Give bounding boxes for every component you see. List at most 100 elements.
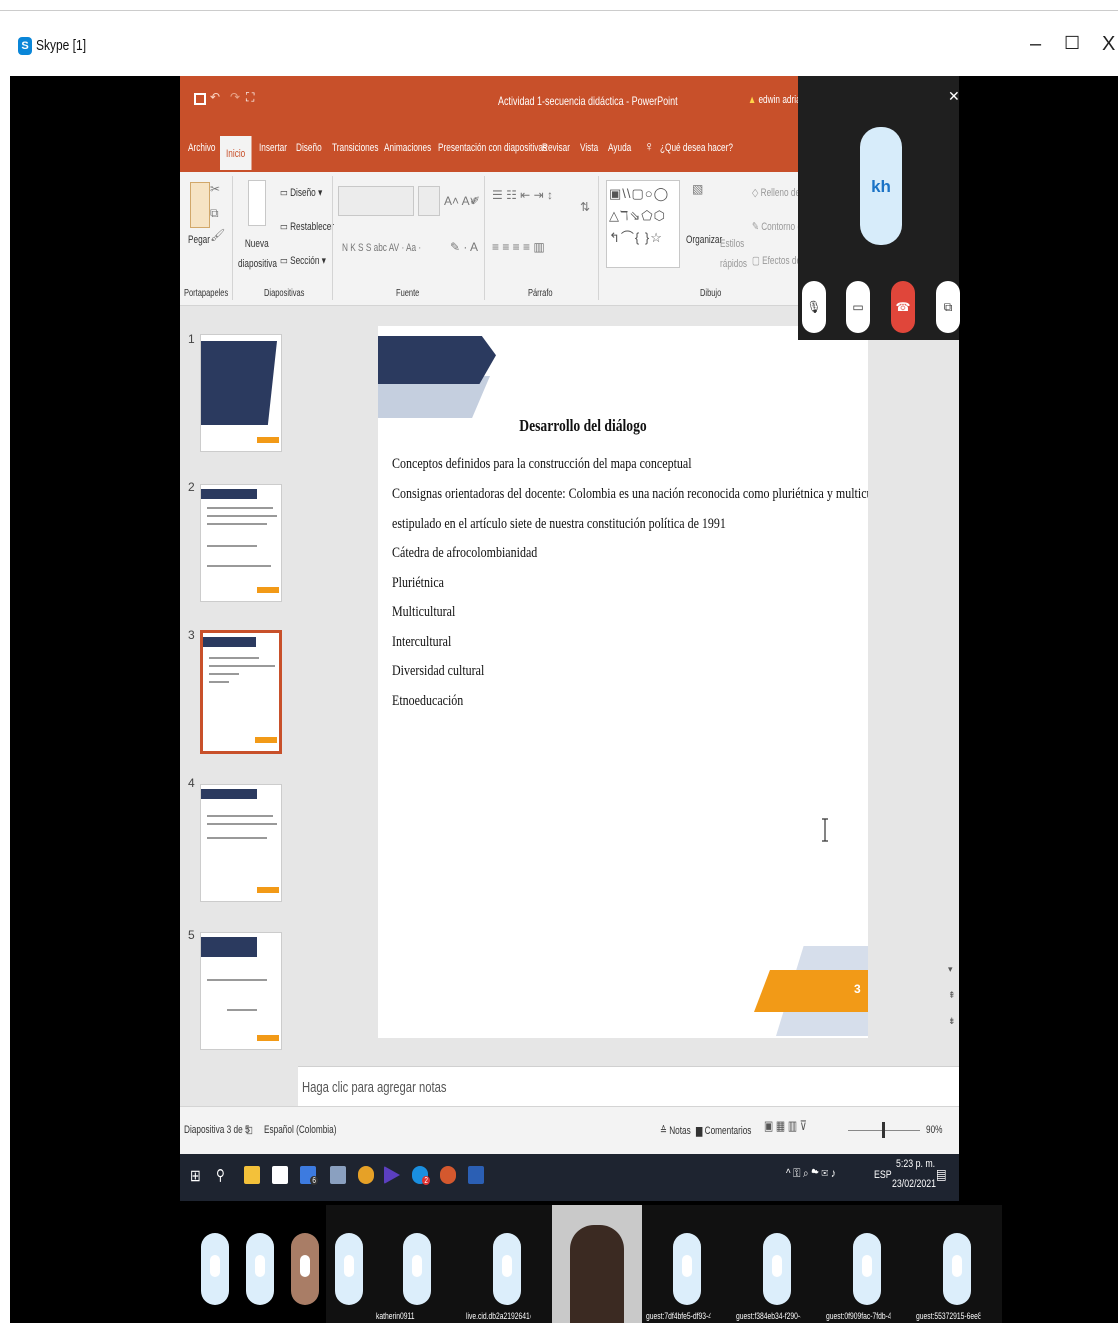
arrange-icon[interactable]: ▧	[692, 182, 703, 196]
hang-up-button[interactable]: ☎	[891, 281, 915, 333]
tab-transiciones[interactable]: Transiciones	[332, 142, 378, 154]
present-icon[interactable]: ⛶	[246, 90, 254, 105]
close-icon[interactable]: ✕	[948, 88, 960, 105]
search-icon[interactable]: ⚲	[216, 1166, 225, 1184]
tell-me-search[interactable]: ¿Qué desea hacer?	[660, 142, 733, 154]
maximize-button[interactable]: ☐	[1064, 33, 1080, 54]
slide-text-line[interactable]: Conceptos definidos para la construcción…	[392, 456, 692, 473]
tab-animaciones[interactable]: Animaciones	[384, 142, 431, 154]
comments-toggle[interactable]: ▆ Comentarios	[696, 1124, 751, 1137]
font-size-select[interactable]	[418, 186, 440, 216]
skype-titlebar: S Skype [1] – ☐ X	[0, 10, 1118, 76]
powerpoint-icon[interactable]	[440, 1166, 456, 1184]
language-indicator[interactable]: Español (Colombia)	[264, 1124, 336, 1136]
section-icon: ▭	[280, 255, 291, 267]
slide-text-line[interactable]: estipulado en el artículo siete de nuest…	[392, 516, 726, 533]
input-language[interactable]: ESP	[874, 1169, 892, 1181]
file-explorer-icon[interactable]	[244, 1166, 260, 1184]
minimize-button[interactable]: –	[1030, 33, 1041, 56]
clock-time[interactable]: 5:23 p. m.	[896, 1158, 935, 1170]
thumb-number: 2	[188, 480, 195, 494]
new-slide-icon[interactable]	[248, 180, 266, 226]
slide-thumbnail-2[interactable]	[200, 484, 282, 602]
slide-title[interactable]: Desarrollo del diálogo	[419, 416, 747, 436]
participant-tile[interactable]: guest:7df4bfe5-df93-4fa8-a206-71...	[642, 1205, 732, 1323]
notes-pane[interactable]: Haga clic para agregar notas	[298, 1066, 959, 1106]
group-label-slides: Diapositivas	[264, 288, 305, 299]
word-icon[interactable]	[468, 1166, 484, 1184]
slide-thumbnail-5[interactable]	[200, 932, 282, 1050]
participant-tile[interactable]: guest:0f909fac-7fdb-4782-92c0-37...	[822, 1205, 912, 1323]
text-direction-icon[interactable]: ⇅	[580, 200, 590, 214]
switch-view-button[interactable]: ⧉	[936, 281, 960, 333]
slide-text-line[interactable]: Diversidad cultural	[392, 663, 484, 680]
tab-vista[interactable]: Vista	[580, 142, 598, 154]
slide-text-line[interactable]: Multicultural	[392, 604, 455, 621]
tab-diseno[interactable]: Diseño	[296, 142, 322, 154]
redo-icon[interactable]: ↷	[230, 90, 240, 104]
slide-canvas[interactable]: Desarrollo del diálogo Conceptos definid…	[378, 326, 868, 1038]
font-name-select[interactable]	[338, 186, 414, 216]
layout-icon: ▭	[280, 187, 291, 199]
fill-icon: ◇	[752, 187, 761, 199]
font-color-icon[interactable]: ✎ · A	[450, 240, 478, 254]
notifications-icon[interactable]: ▤	[936, 1166, 947, 1183]
paste-button[interactable]: Pegar	[188, 234, 210, 246]
scroll-arrows-icon[interactable]: ▾ ⇞ ⇟	[948, 956, 956, 1034]
clear-format-icon[interactable]: ✐	[470, 194, 480, 208]
font-format-buttons[interactable]: N K S S abc AV · Aa ·	[342, 242, 421, 254]
tab-insertar[interactable]: Insertar	[259, 142, 287, 154]
clock-date[interactable]: 23/02/2021	[892, 1178, 936, 1190]
participant-video-tile[interactable]	[552, 1205, 642, 1323]
participant-tile[interactable]	[326, 1205, 372, 1323]
zoom-level[interactable]: 90%	[926, 1124, 943, 1136]
slide-thumbnail-4[interactable]	[200, 784, 282, 902]
slide-text-line[interactable]: Consignas orientadoras del docente: Colo…	[392, 486, 868, 503]
windows-start-icon[interactable]: ⊞	[190, 1166, 201, 1186]
system-tray-icons[interactable]: ^ ⚿ ⌕ ☁ ✉ ♪	[786, 1166, 836, 1181]
paste-icon[interactable]	[190, 182, 210, 228]
copy-icon[interactable]: ⧉	[210, 206, 219, 221]
slide-text-line[interactable]: Etnoeducación	[392, 693, 463, 710]
participant-tile[interactable]: guest:f384eb34-f290-43f7-a49b-38...	[732, 1205, 822, 1323]
arrange-button[interactable]: Organizar	[686, 234, 722, 246]
tab-archivo[interactable]: Archivo	[188, 142, 216, 154]
participant-tile[interactable]: guest:55372915-6ee8-4528-8209-ce...	[912, 1205, 1002, 1323]
slide-thumbnail-1[interactable]	[200, 334, 282, 452]
reset-button[interactable]: ▭ Restablecer	[280, 220, 334, 233]
spellcheck-icon[interactable]: ⊡	[246, 1124, 253, 1137]
save-icon[interactable]	[194, 93, 206, 105]
slide-text-line[interactable]: Pluriétnica	[392, 575, 444, 592]
layout-button[interactable]: ▭ Diseño ▾	[280, 186, 322, 199]
align-icon[interactable]: ≡ ≡ ≡ ≡ ▥	[492, 240, 545, 254]
undo-icon[interactable]: ↶	[210, 90, 220, 104]
camera-button[interactable]: ▭	[846, 281, 870, 333]
amazon-icon[interactable]	[272, 1166, 288, 1184]
chrome-icon[interactable]	[358, 1166, 374, 1184]
avatar	[493, 1233, 521, 1305]
tab-revisar[interactable]: Revisar	[542, 142, 570, 154]
view-buttons-icon[interactable]: ▣ ▦ ▥ ⊽	[764, 1118, 807, 1134]
participant-tile[interactable]: katherin0911	[372, 1205, 462, 1323]
participant-tile[interactable]: live.cid.db2a2192641e453e	[462, 1205, 552, 1323]
new-slide-button[interactable]: Nueva diapositiva	[238, 234, 277, 274]
shapes-gallery[interactable]: ▣\\▢○◯ △ℸ⇘⬠⬡ ↰⌒{ }☆	[606, 180, 680, 268]
tab-inicio[interactable]: Inicio	[220, 136, 252, 170]
shape-fill-button[interactable]: ◇ Relleno de f	[752, 186, 805, 199]
tab-presentacion[interactable]: Presentación con diapositivas	[438, 142, 547, 154]
tab-ayuda[interactable]: Ayuda	[608, 142, 631, 154]
notes-toggle[interactable]: ≙ Notas	[660, 1124, 691, 1137]
app-icon[interactable]	[330, 1166, 346, 1184]
quick-styles-button[interactable]: Estilos rápidos	[720, 234, 747, 274]
microphone-button[interactable]: 🎙	[802, 281, 826, 333]
section-button[interactable]: ▭ Sección ▾	[280, 254, 326, 267]
slide-text-line[interactable]: Intercultural	[392, 634, 451, 651]
avatar	[853, 1233, 881, 1305]
format-painter-icon[interactable]: 🖌	[210, 228, 225, 242]
cut-icon[interactable]: ✂	[210, 182, 220, 196]
bullets-icon[interactable]: ☰ ☷ ⇤ ⇥ ↕	[492, 188, 553, 202]
close-button[interactable]: X	[1102, 33, 1115, 56]
slide-thumbnail-3[interactable]	[200, 630, 282, 754]
zoom-slider-thumb[interactable]	[882, 1122, 885, 1138]
slide-text-line[interactable]: Cátedra de afrocolombianidad	[392, 545, 537, 562]
